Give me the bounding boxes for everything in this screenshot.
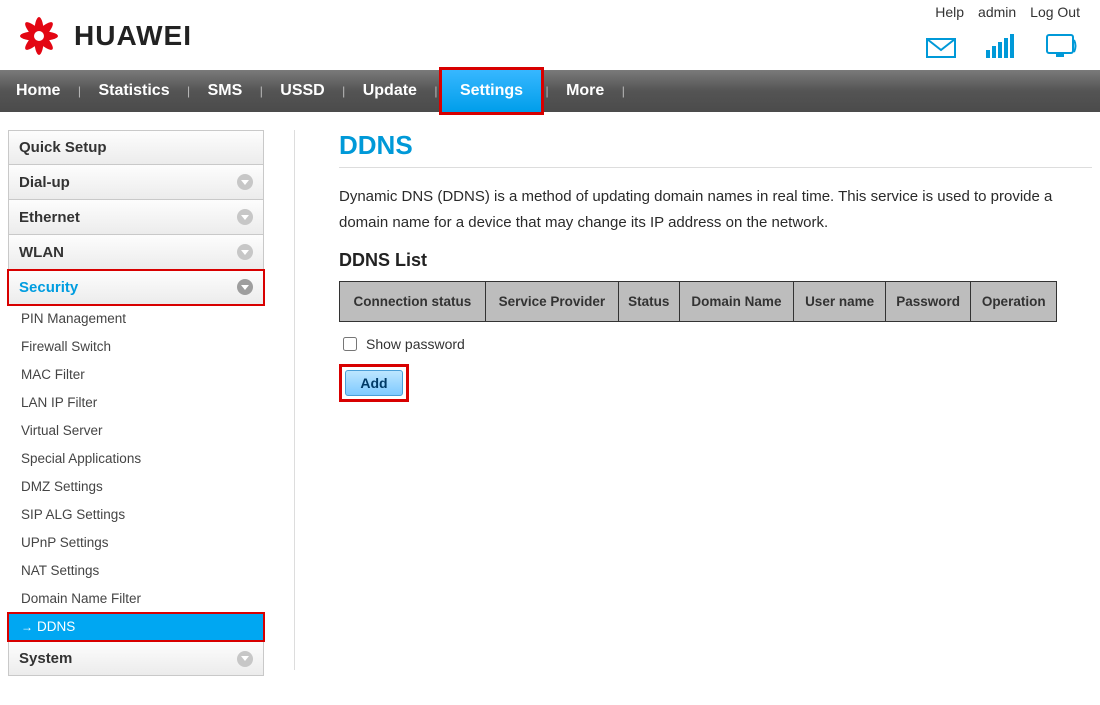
- sidebar-item-mac-filter[interactable]: MAC Filter: [8, 361, 264, 389]
- column-header: Connection status: [340, 282, 486, 322]
- column-header: Status: [619, 282, 679, 322]
- sidebar-item-lan-ip-filter[interactable]: LAN IP Filter: [8, 389, 264, 417]
- add-button[interactable]: Add: [345, 370, 403, 396]
- show-password-label: Show password: [366, 336, 465, 352]
- sidebar-cat-dial-up[interactable]: Dial-up: [8, 165, 264, 200]
- monitor-icon: [1046, 34, 1080, 61]
- sidebar-item-domain-name-filter[interactable]: Domain Name Filter: [8, 585, 264, 613]
- column-header: Operation: [971, 282, 1057, 322]
- sidebar-item-nat-settings[interactable]: NAT Settings: [8, 557, 264, 585]
- logout-link[interactable]: Log Out: [1030, 4, 1080, 20]
- brand-name: HUAWEI: [74, 20, 192, 52]
- sidebar-item-virtual-server[interactable]: Virtual Server: [8, 417, 264, 445]
- ddns-table: Connection statusService ProviderStatusD…: [339, 281, 1057, 322]
- help-link[interactable]: Help: [935, 4, 964, 20]
- nav-home[interactable]: Home: [0, 70, 76, 112]
- sidebar-item-dmz-settings[interactable]: DMZ Settings: [8, 473, 264, 501]
- nav-statistics[interactable]: Statistics: [82, 70, 185, 112]
- main-nav: Home| Statistics| SMS| USSD| Update| Set…: [0, 70, 1100, 112]
- sidebar-cat-wlan[interactable]: WLAN: [8, 235, 264, 270]
- sidebar-item-label: Dial-up: [19, 174, 70, 191]
- sidebar-cat-system[interactable]: System: [8, 641, 264, 676]
- page-title: DDNS: [339, 130, 1092, 161]
- sidebar-item-sip-alg-settings[interactable]: SIP ALG Settings: [8, 501, 264, 529]
- nav-update[interactable]: Update: [347, 70, 433, 112]
- chevron-down-icon: [237, 209, 253, 225]
- chevron-down-icon: [237, 174, 253, 190]
- sidebar: Quick Setup Dial-up Ethernet WLAN Securi…: [8, 130, 264, 676]
- chevron-down-icon: [237, 279, 253, 295]
- sidebar-item-label: Quick Setup: [19, 139, 107, 156]
- mail-icon[interactable]: [926, 38, 956, 61]
- column-header: Service Provider: [485, 282, 618, 322]
- sidebar-item-firewall-switch[interactable]: Firewall Switch: [8, 333, 264, 361]
- nav-more[interactable]: More: [550, 70, 620, 112]
- sidebar-item-label: WLAN: [19, 244, 64, 261]
- chevron-down-icon: [237, 244, 253, 260]
- sidebar-cat-ethernet[interactable]: Ethernet: [8, 200, 264, 235]
- page-description: Dynamic DNS (DDNS) is a method of updati…: [339, 184, 1092, 236]
- chevron-down-icon: [237, 651, 253, 667]
- content-area: DDNS Dynamic DNS (DDNS) is a method of u…: [295, 130, 1092, 676]
- nav-settings[interactable]: Settings: [442, 70, 541, 112]
- sidebar-item-label: System: [19, 650, 72, 667]
- nav-ussd[interactable]: USSD: [264, 70, 340, 112]
- sidebar-item-special-applications[interactable]: Special Applications: [8, 445, 264, 473]
- signal-icon: [986, 34, 1016, 61]
- column-header: User name: [794, 282, 885, 322]
- sidebar-item-pin-management[interactable]: PIN Management: [8, 305, 264, 333]
- sidebar-item-upnp-settings[interactable]: UPnP Settings: [8, 529, 264, 557]
- column-header: Password: [885, 282, 971, 322]
- show-password-checkbox[interactable]: [343, 337, 357, 351]
- sidebar-cat-quick-setup[interactable]: Quick Setup: [8, 130, 264, 165]
- section-title: DDNS List: [339, 250, 1092, 271]
- user-label: admin: [978, 4, 1016, 20]
- sidebar-item-label: Ethernet: [19, 209, 80, 226]
- sidebar-item-ddns[interactable]: DDNS: [8, 613, 264, 641]
- column-header: Domain Name: [679, 282, 794, 322]
- brand-logo-icon: [12, 10, 66, 62]
- sidebar-item-label: Security: [19, 279, 78, 296]
- nav-sms[interactable]: SMS: [192, 70, 259, 112]
- sidebar-cat-security[interactable]: Security: [8, 270, 264, 305]
